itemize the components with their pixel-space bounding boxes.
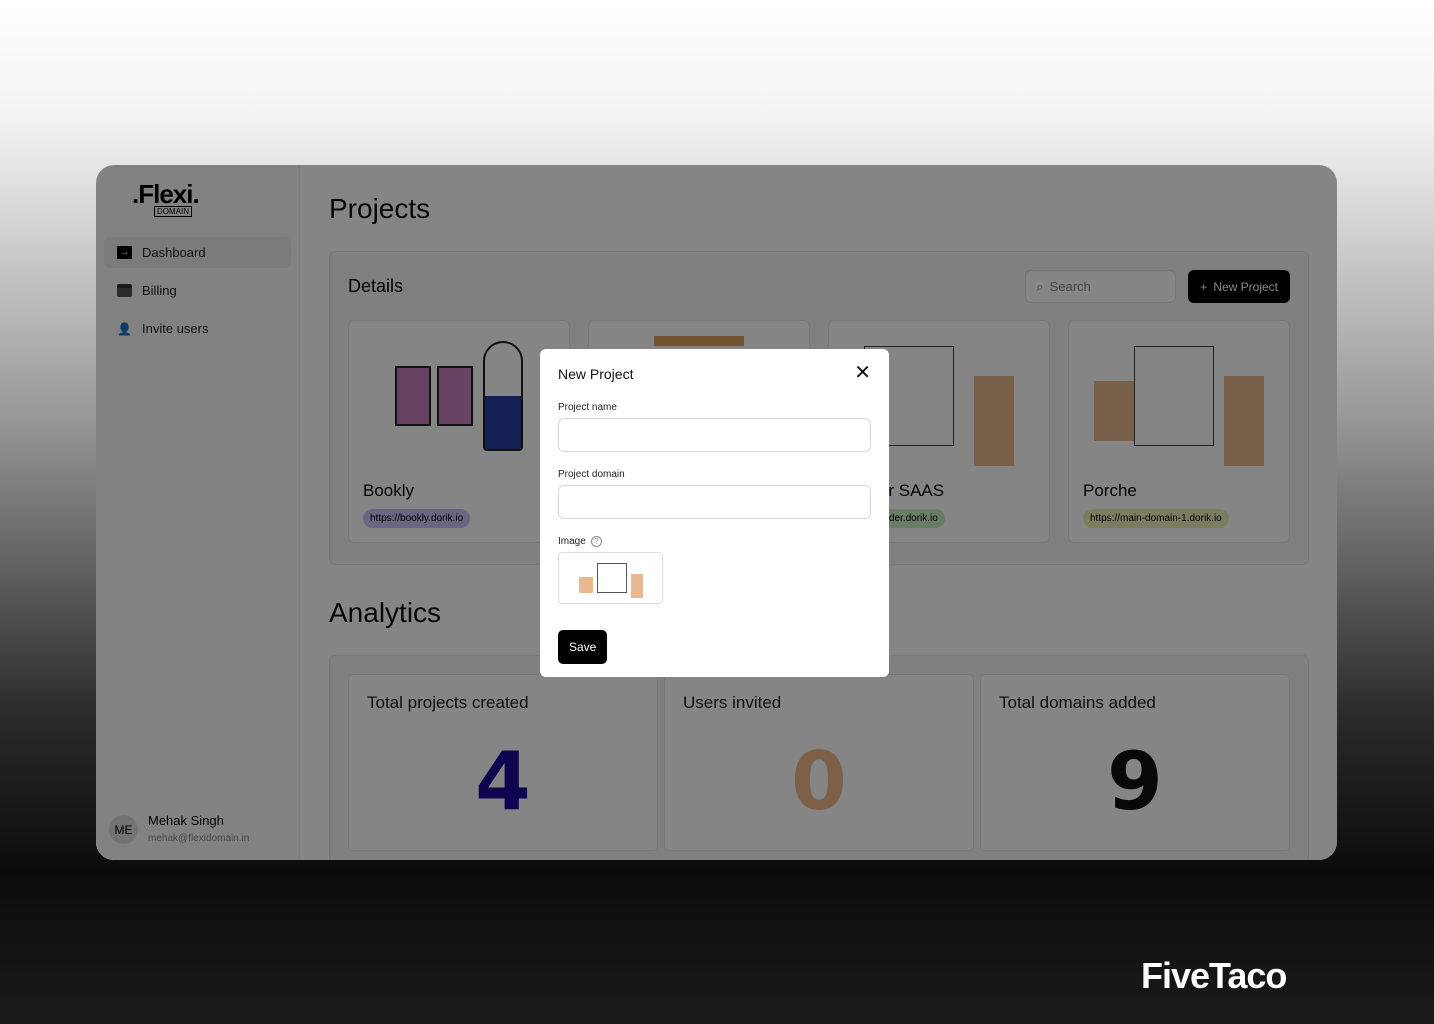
new-project-modal: New Project ✕ Project name Project domain…	[540, 349, 889, 677]
image-upload[interactable]	[558, 552, 663, 604]
modal-title: New Project	[558, 366, 634, 382]
close-icon[interactable]: ✕	[854, 363, 871, 383]
project-domain-input[interactable]	[558, 485, 871, 519]
save-button[interactable]: Save	[558, 630, 608, 664]
brand-logo: FiveTaco	[1141, 955, 1287, 996]
project-name-input[interactable]	[558, 418, 871, 452]
help-icon[interactable]: ?	[590, 536, 602, 547]
